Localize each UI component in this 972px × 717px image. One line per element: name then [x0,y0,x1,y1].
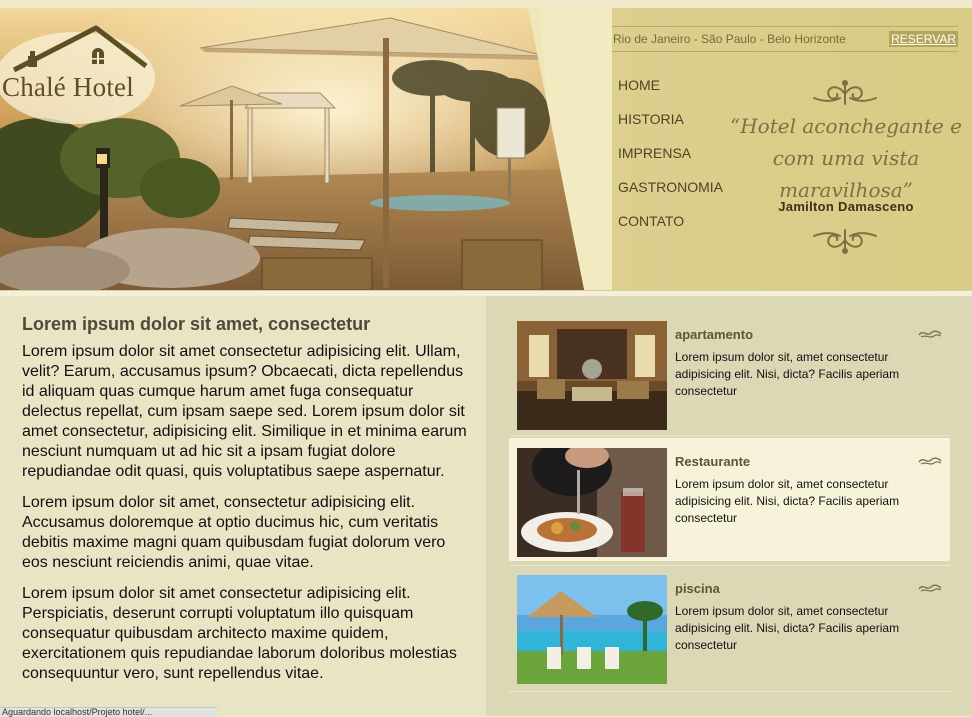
card-piscina[interactable]: piscina Lorem ipsum dolor sit, amet cons… [509,565,950,688]
scroll-ornament-icon[interactable] [918,583,942,593]
testimonial: “Hotel aconchegante e com uma vista mara… [726,68,966,258]
card-text: Lorem ipsum dolor sit, amet consectetur … [675,350,900,398]
sidebar: apartamento Lorem ipsum dolor sit, amet … [486,296,972,716]
card-title[interactable]: piscina [675,581,720,596]
paragraph: Lorem ipsum dolor sit amet consectetur a… [22,343,467,480]
card-text: Lorem ipsum dolor sit, amet consectetur … [675,477,900,525]
restaurant-photo [517,448,667,557]
scroll-ornament-icon[interactable] [918,329,942,339]
cities-text: Rio de Janeiro - São Paulo - Belo Horizo… [613,32,846,46]
main-paragraphs: Lorem ipsum dolor sit amet consectetur a… [22,342,468,695]
card-divider [509,691,950,692]
card-apartamento[interactable]: apartamento Lorem ipsum dolor sit, amet … [509,311,950,434]
paragraph: Lorem ipsum dolor sit amet, consectetur … [22,494,446,571]
testimonial-author: Jamilton Damasceno [778,199,914,214]
testimonial-quote: “Hotel aconchegante e com uma vista mara… [730,114,962,202]
header-topbar: Rio de Janeiro - São Paulo - Belo Horizo… [612,26,958,52]
main-title: Lorem ipsum dolor sit amet, consectetur [22,314,371,334]
flourish-ornament-icon [813,229,877,254]
flourish-ornament-icon [813,80,877,105]
card-restaurante[interactable]: Restaurante Lorem ipsum dolor sit, amet … [509,438,950,561]
paragraph: Lorem ipsum dolor sit amet consectetur a… [22,585,457,682]
apartment-photo [517,321,667,430]
main-content: Lorem ipsum dolor sit amet, consectetur … [0,296,486,716]
site-header: Chalé Hotel Rio de Janeiro - São Paulo -… [0,8,972,290]
card-text: Lorem ipsum dolor sit, amet consectetur … [675,604,900,652]
card-divider [509,435,950,436]
card-title[interactable]: apartamento [675,327,753,342]
scroll-ornament-icon[interactable] [918,456,942,466]
pool-photo [517,575,667,684]
card-title[interactable]: Restaurante [675,454,750,469]
reserve-button[interactable]: RESERVAR [889,31,958,47]
logo-text[interactable]: Chalé Hotel [2,72,134,103]
